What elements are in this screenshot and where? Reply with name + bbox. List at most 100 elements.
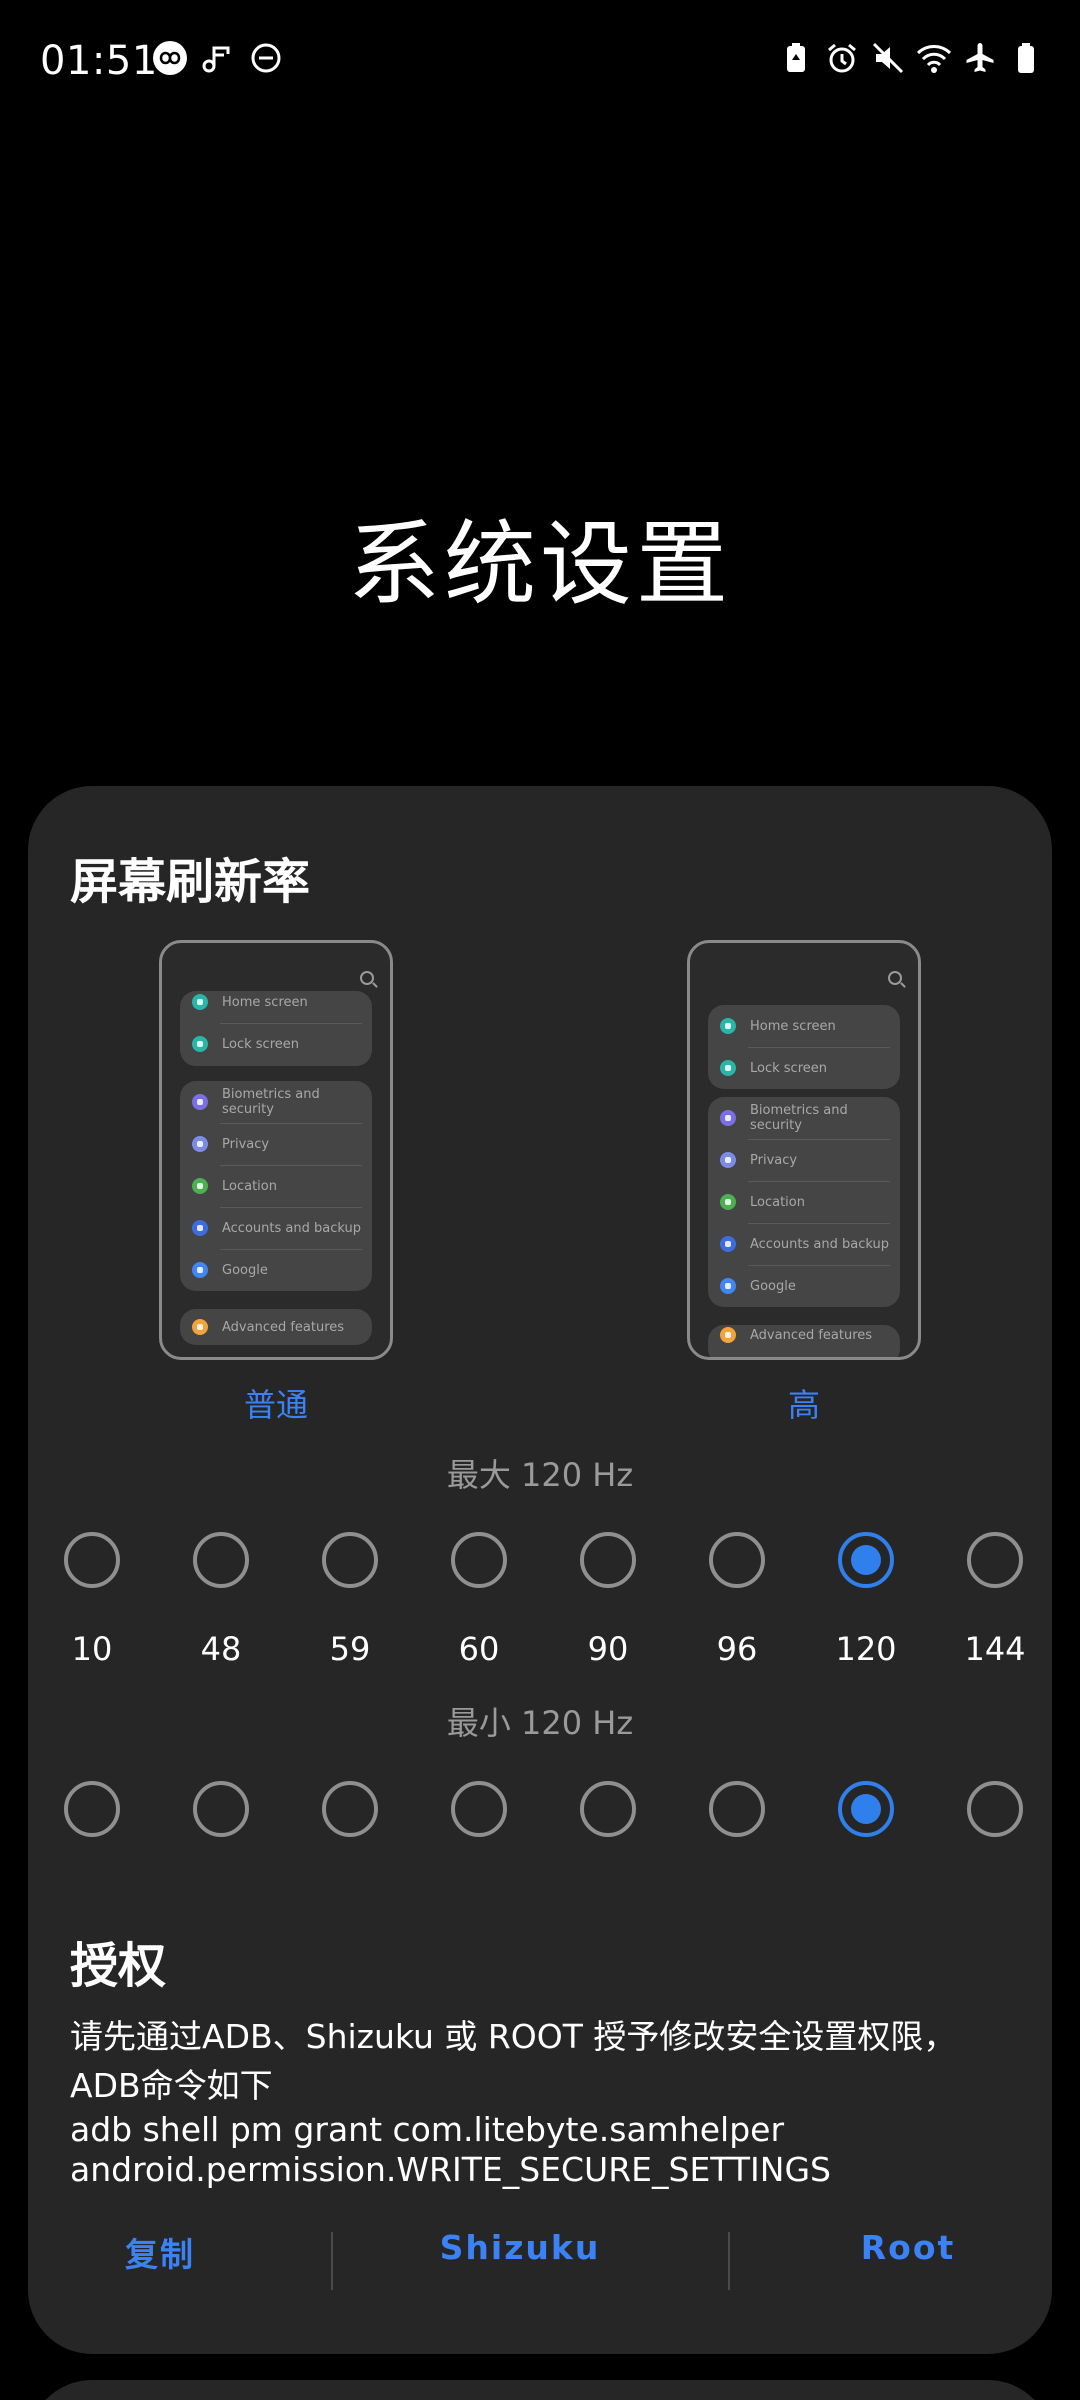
status-bar: 01:51	[0, 0, 1080, 124]
min-radio-59[interactable]	[322, 1781, 378, 1837]
max-radio-row	[28, 1532, 1052, 1592]
mode-label-high[interactable]: 高	[687, 1380, 921, 1426]
sync-icon	[192, 1220, 208, 1236]
auth-title: 授权	[70, 1938, 167, 1994]
preview-row: Google	[180, 1249, 372, 1291]
hz-values-row: 10 48 59 60 90 96 120 144	[28, 1630, 1052, 1670]
preview-row: Home screen	[180, 991, 372, 1023]
preview-group-bottom: Advanced features	[708, 1325, 900, 1357]
preview-group-top: Home screen Lock screen	[708, 1005, 900, 1089]
sync-icon	[720, 1236, 736, 1252]
next-card	[28, 2380, 1052, 2400]
hz-value: 59	[329, 1630, 371, 1668]
preview-row: Advanced features	[180, 1309, 372, 1345]
infinity-badge-icon	[152, 40, 188, 76]
preview-row: Google	[708, 1265, 900, 1307]
preview-group-middle: Biometrics and security Privacy Location…	[708, 1097, 900, 1307]
preview-group-top: Home screen Lock screen	[180, 991, 372, 1066]
preview-row: Location	[180, 1165, 372, 1207]
max-radio-48[interactable]	[193, 1532, 249, 1588]
preview-row: Privacy	[708, 1139, 900, 1181]
preview-row: Home screen	[708, 1005, 900, 1047]
lock-icon	[192, 1036, 208, 1052]
preview-row: Advanced features	[708, 1325, 900, 1353]
mute-icon	[870, 40, 906, 76]
do-not-disturb-icon	[248, 40, 284, 76]
preview-row: Privacy	[180, 1123, 372, 1165]
preview-row: Biometrics and security	[180, 1081, 372, 1123]
location-icon	[720, 1194, 736, 1210]
auth-description-line2: ADB命令如下	[70, 2066, 273, 2105]
auth-action-bar: 复制 Shizuku Root	[28, 2228, 1052, 2290]
hz-value: 48	[200, 1630, 242, 1668]
battery-icon	[1008, 40, 1044, 76]
adb-command-line2: android.permission.WRITE_SECURE_SETTINGS	[70, 2150, 831, 2189]
preview-group-middle: Biometrics and security Privacy Location…	[180, 1081, 372, 1291]
max-radio-144[interactable]	[967, 1532, 1023, 1588]
min-radio-48[interactable]	[193, 1781, 249, 1837]
preview-row: Accounts and backup	[180, 1207, 372, 1249]
mode-label-normal[interactable]: 普通	[159, 1380, 393, 1426]
hz-value: 90	[587, 1630, 629, 1668]
hz-value: 120	[835, 1630, 897, 1668]
privacy-icon	[192, 1136, 208, 1152]
hz-value: 10	[71, 1630, 113, 1668]
min-radio-row	[28, 1781, 1052, 1841]
gear-icon	[720, 1327, 736, 1343]
preview-row: Lock screen	[708, 1047, 900, 1089]
root-button[interactable]: Root	[808, 2228, 1008, 2267]
privacy-icon	[720, 1152, 736, 1168]
preview-normal[interactable]: Home screen Lock screen Biometrics and s…	[159, 940, 393, 1360]
search-icon	[888, 971, 902, 985]
shield-icon	[192, 1094, 208, 1110]
hz-value: 96	[716, 1630, 758, 1668]
home-icon	[720, 1018, 736, 1034]
page-title: 系统设置	[347, 511, 732, 618]
preview-row: Location	[708, 1181, 900, 1223]
location-icon	[192, 1178, 208, 1194]
divider	[331, 2232, 333, 2290]
shizuku-button[interactable]: Shizuku	[400, 2228, 640, 2267]
google-icon	[720, 1278, 736, 1294]
preview-row: Biometrics and security	[708, 1097, 900, 1139]
preview-row: Lock screen	[180, 1023, 372, 1065]
max-radio-60[interactable]	[451, 1532, 507, 1588]
gear-icon	[192, 1319, 208, 1335]
airplane-icon	[962, 40, 998, 76]
google-icon	[192, 1262, 208, 1278]
min-radio-90[interactable]	[580, 1781, 636, 1837]
max-radio-59[interactable]	[322, 1532, 378, 1588]
max-hz-label: 最大 120 Hz	[446, 1456, 634, 1494]
preview-row: Accounts and backup	[708, 1223, 900, 1265]
wifi-icon	[916, 40, 952, 76]
divider	[728, 2232, 730, 2290]
alarm-icon	[824, 40, 860, 76]
copy-button[interactable]: 复制	[70, 2228, 250, 2276]
max-radio-120[interactable]	[838, 1532, 894, 1588]
auth-description: 请先通过ADB、Shizuku 或 ROOT 授予修改安全设置权限， ADB命令…	[70, 2012, 1020, 2110]
status-time: 01:51	[40, 38, 158, 84]
min-radio-120[interactable]	[838, 1781, 894, 1837]
max-radio-10[interactable]	[64, 1532, 120, 1588]
min-radio-60[interactable]	[451, 1781, 507, 1837]
lock-icon	[720, 1060, 736, 1076]
search-icon	[360, 971, 374, 985]
hz-value: 60	[458, 1630, 500, 1668]
preview-high[interactable]: Home screen Lock screen Biometrics and s…	[687, 940, 921, 1360]
preview-group-bottom: Advanced features	[180, 1309, 372, 1345]
refresh-rate-title: 屏幕刷新率	[70, 854, 311, 910]
hz-value: 144	[964, 1630, 1026, 1668]
max-radio-96[interactable]	[709, 1532, 765, 1588]
min-radio-96[interactable]	[709, 1781, 765, 1837]
home-icon	[192, 994, 208, 1010]
adb-command-line1: adb shell pm grant com.litebyte.samhelpe…	[70, 2110, 785, 2149]
min-hz-label: 最小 120 Hz	[446, 1704, 634, 1742]
music-note-icon	[200, 40, 236, 76]
min-radio-144[interactable]	[967, 1781, 1023, 1837]
adb-command: adb shell pm grant com.litebyte.samhelpe…	[70, 2110, 1020, 2190]
max-radio-90[interactable]	[580, 1532, 636, 1588]
min-radio-10[interactable]	[64, 1781, 120, 1837]
status-right-icons	[778, 40, 1044, 76]
shield-icon	[720, 1110, 736, 1126]
auth-description-line1: 请先通过ADB、Shizuku 或 ROOT 授予修改安全设置权限，	[70, 2017, 957, 2056]
